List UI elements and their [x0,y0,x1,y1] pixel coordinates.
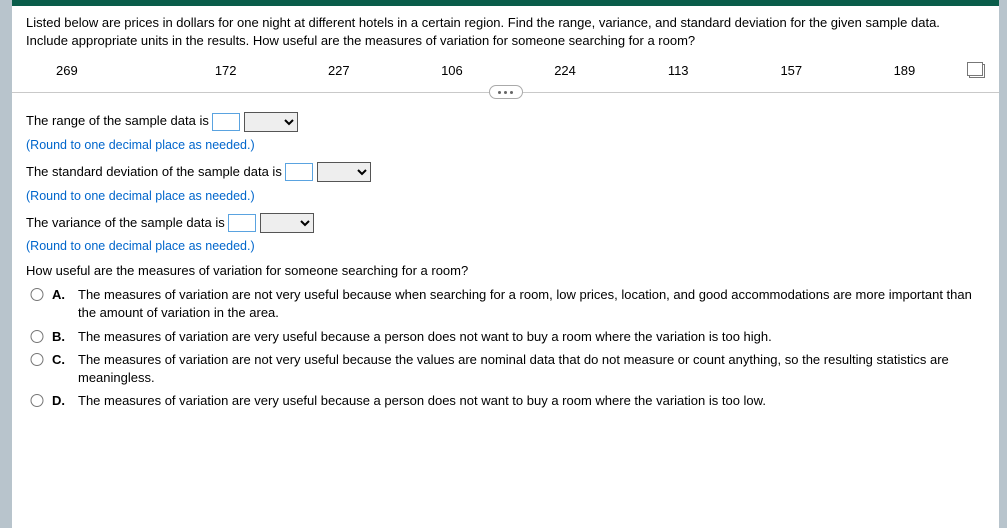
data-value: 227 [282,63,395,78]
divider [12,92,999,93]
expand-button[interactable] [489,85,523,99]
mc-letter: C. [52,351,70,369]
data-value: 172 [169,63,282,78]
mc-option-c[interactable]: C. The measures of variation are not ver… [26,351,985,386]
mc-radio-c[interactable] [30,353,44,366]
data-value: 106 [395,63,508,78]
variance-hint: (Round to one decimal place as needed.) [26,239,985,253]
range-label: The range of the sample data is [26,113,212,128]
range-unit-select[interactable] [244,112,298,132]
mc-radio-d[interactable] [30,394,44,407]
stddev-input[interactable] [285,163,313,181]
range-hint: (Round to one decimal place as needed.) [26,138,985,152]
mc-option-b[interactable]: B. The measures of variation are very us… [26,328,985,346]
stddev-label: The standard deviation of the sample dat… [26,164,285,179]
ellipsis-icon [498,91,513,94]
variance-unit-select[interactable] [260,213,314,233]
variance-line: The variance of the sample data is [26,213,985,234]
mc-letter: B. [52,328,70,346]
question-frame: Listed below are prices in dollars for o… [12,0,999,528]
data-value: 113 [622,63,735,78]
variance-input[interactable] [228,214,256,232]
multiple-choice: How useful are the measures of variation… [26,263,985,409]
mc-radio-a[interactable] [30,288,44,301]
question-prompt: Listed below are prices in dollars for o… [26,14,985,49]
mc-letter: A. [52,286,70,304]
mc-text: The measures of variation are very usefu… [78,328,985,346]
stddev-line: The standard deviation of the sample dat… [26,162,985,183]
stddev-unit-select[interactable] [317,162,371,182]
copy-icon[interactable] [969,64,985,78]
range-line: The range of the sample data is [26,111,985,132]
data-value: 189 [848,63,961,78]
data-value: 269 [26,63,169,78]
stddev-hint: (Round to one decimal place as needed.) [26,189,985,203]
data-value: 224 [509,63,622,78]
data-value: 157 [735,63,848,78]
variance-label: The variance of the sample data is [26,215,228,230]
range-input[interactable] [212,113,240,131]
mc-option-a[interactable]: A. The measures of variation are not ver… [26,286,985,321]
mc-letter: D. [52,392,70,410]
mc-radio-b[interactable] [30,330,44,343]
mc-text: The measures of variation are very usefu… [78,392,985,410]
mc-text: The measures of variation are not very u… [78,286,985,321]
mc-option-d[interactable]: D. The measures of variation are very us… [26,392,985,410]
mc-question: How useful are the measures of variation… [26,263,985,278]
mc-text: The measures of variation are not very u… [78,351,985,386]
